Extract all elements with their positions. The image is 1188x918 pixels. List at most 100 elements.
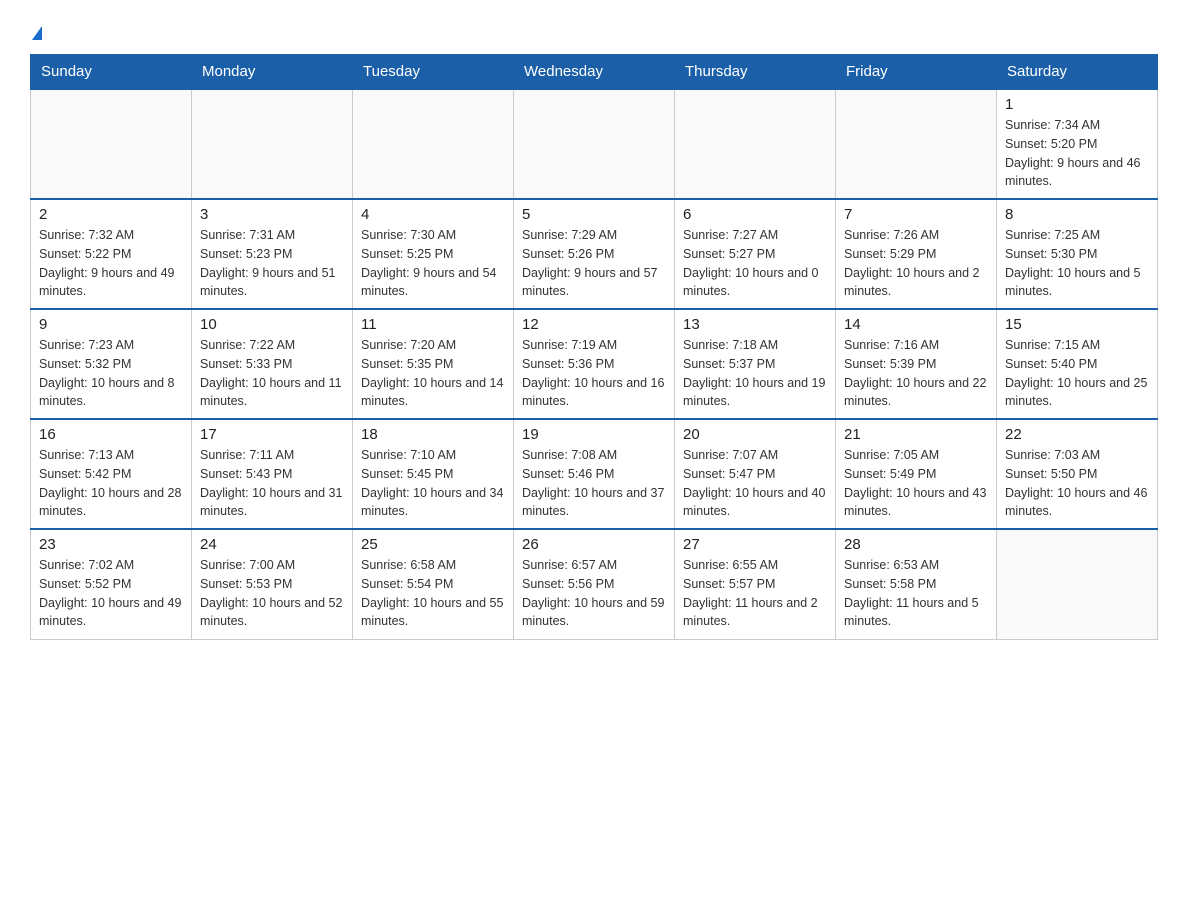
day-number: 13 xyxy=(683,316,827,333)
calendar-day-cell: 22 Sunrise: 7:03 AMSunset: 5:50 PMDayligh… xyxy=(997,419,1158,529)
day-info: Sunrise: 7:20 AMSunset: 5:35 PMDaylight:… xyxy=(361,336,505,411)
day-number: 5 xyxy=(522,206,666,223)
day-info: Sunrise: 7:25 AMSunset: 5:30 PMDaylight:… xyxy=(1005,226,1149,301)
day-number: 23 xyxy=(39,536,183,553)
calendar-day-cell: 1 Sunrise: 7:34 AMSunset: 5:20 PMDaylight… xyxy=(997,89,1158,199)
calendar-week-row: 1 Sunrise: 7:34 AMSunset: 5:20 PMDaylight… xyxy=(31,89,1158,199)
page-header xyxy=(30,20,1158,44)
calendar-day-cell: 21 Sunrise: 7:05 AMSunset: 5:49 PMDayligh… xyxy=(836,419,997,529)
day-info: Sunrise: 7:15 AMSunset: 5:40 PMDaylight:… xyxy=(1005,336,1149,411)
calendar-day-cell: 24 Sunrise: 7:00 AMSunset: 5:53 PMDayligh… xyxy=(192,529,353,639)
calendar-day-cell xyxy=(675,89,836,199)
calendar-day-cell: 14 Sunrise: 7:16 AMSunset: 5:39 PMDayligh… xyxy=(836,309,997,419)
day-info: Sunrise: 7:18 AMSunset: 5:37 PMDaylight:… xyxy=(683,336,827,411)
day-info: Sunrise: 7:30 AMSunset: 5:25 PMDaylight:… xyxy=(361,226,505,301)
calendar-day-cell: 27 Sunrise: 6:55 AMSunset: 5:57 PMDayligh… xyxy=(675,529,836,639)
day-number: 14 xyxy=(844,316,988,333)
calendar-day-cell: 5 Sunrise: 7:29 AMSunset: 5:26 PMDaylight… xyxy=(514,199,675,309)
calendar-day-cell: 28 Sunrise: 6:53 AMSunset: 5:58 PMDayligh… xyxy=(836,529,997,639)
day-info: Sunrise: 7:19 AMSunset: 5:36 PMDaylight:… xyxy=(522,336,666,411)
day-number: 18 xyxy=(361,426,505,443)
day-info: Sunrise: 6:53 AMSunset: 5:58 PMDaylight:… xyxy=(844,556,988,631)
day-info: Sunrise: 7:22 AMSunset: 5:33 PMDaylight:… xyxy=(200,336,344,411)
day-info: Sunrise: 7:08 AMSunset: 5:46 PMDaylight:… xyxy=(522,446,666,521)
calendar-day-cell: 26 Sunrise: 6:57 AMSunset: 5:56 PMDayligh… xyxy=(514,529,675,639)
day-number: 3 xyxy=(200,206,344,223)
weekday-header-friday: Friday xyxy=(836,55,997,90)
day-number: 15 xyxy=(1005,316,1149,333)
calendar-day-cell: 20 Sunrise: 7:07 AMSunset: 5:47 PMDayligh… xyxy=(675,419,836,529)
calendar-day-cell: 17 Sunrise: 7:11 AMSunset: 5:43 PMDayligh… xyxy=(192,419,353,529)
calendar-week-row: 9 Sunrise: 7:23 AMSunset: 5:32 PMDaylight… xyxy=(31,309,1158,419)
calendar-day-cell: 4 Sunrise: 7:30 AMSunset: 5:25 PMDaylight… xyxy=(353,199,514,309)
day-number: 20 xyxy=(683,426,827,443)
logo-triangle-icon xyxy=(32,26,42,40)
day-number: 12 xyxy=(522,316,666,333)
day-info: Sunrise: 7:27 AMSunset: 5:27 PMDaylight:… xyxy=(683,226,827,301)
day-number: 27 xyxy=(683,536,827,553)
day-info: Sunrise: 7:29 AMSunset: 5:26 PMDaylight:… xyxy=(522,226,666,301)
calendar-day-cell xyxy=(192,89,353,199)
day-number: 24 xyxy=(200,536,344,553)
day-number: 17 xyxy=(200,426,344,443)
day-number: 1 xyxy=(1005,96,1149,113)
calendar-table: SundayMondayTuesdayWednesdayThursdayFrid… xyxy=(30,54,1158,640)
day-info: Sunrise: 7:26 AMSunset: 5:29 PMDaylight:… xyxy=(844,226,988,301)
day-info: Sunrise: 6:58 AMSunset: 5:54 PMDaylight:… xyxy=(361,556,505,631)
calendar-day-cell: 15 Sunrise: 7:15 AMSunset: 5:40 PMDayligh… xyxy=(997,309,1158,419)
day-info: Sunrise: 7:02 AMSunset: 5:52 PMDaylight:… xyxy=(39,556,183,631)
logo-top-line xyxy=(30,20,42,44)
calendar-day-cell: 25 Sunrise: 6:58 AMSunset: 5:54 PMDayligh… xyxy=(353,529,514,639)
calendar-day-cell: 18 Sunrise: 7:10 AMSunset: 5:45 PMDayligh… xyxy=(353,419,514,529)
weekday-header-sunday: Sunday xyxy=(31,55,192,90)
calendar-day-cell xyxy=(31,89,192,199)
day-number: 2 xyxy=(39,206,183,223)
day-info: Sunrise: 7:34 AMSunset: 5:20 PMDaylight:… xyxy=(1005,116,1149,191)
day-number: 22 xyxy=(1005,426,1149,443)
day-number: 9 xyxy=(39,316,183,333)
weekday-header-wednesday: Wednesday xyxy=(514,55,675,90)
calendar-day-cell xyxy=(353,89,514,199)
day-number: 8 xyxy=(1005,206,1149,223)
calendar-week-row: 2Sunrise: 7:32 AMSunset: 5:22 PMDaylight… xyxy=(31,199,1158,309)
calendar-day-cell: 16 Sunrise: 7:13 AMSunset: 5:42 PMDayligh… xyxy=(31,419,192,529)
calendar-week-row: 16 Sunrise: 7:13 AMSunset: 5:42 PMDayligh… xyxy=(31,419,1158,529)
calendar-week-row: 23 Sunrise: 7:02 AMSunset: 5:52 PMDayligh… xyxy=(31,529,1158,639)
day-info: Sunrise: 7:31 AMSunset: 5:23 PMDaylight:… xyxy=(200,226,344,301)
day-info: Sunrise: 7:16 AMSunset: 5:39 PMDaylight:… xyxy=(844,336,988,411)
day-info: Sunrise: 7:13 AMSunset: 5:42 PMDaylight:… xyxy=(39,446,183,521)
day-info: Sunrise: 7:05 AMSunset: 5:49 PMDaylight:… xyxy=(844,446,988,521)
day-info: Sunrise: 7:23 AMSunset: 5:32 PMDaylight:… xyxy=(39,336,183,411)
day-number: 4 xyxy=(361,206,505,223)
day-number: 7 xyxy=(844,206,988,223)
day-number: 28 xyxy=(844,536,988,553)
day-number: 10 xyxy=(200,316,344,333)
day-number: 11 xyxy=(361,316,505,333)
day-number: 26 xyxy=(522,536,666,553)
day-info: Sunrise: 7:07 AMSunset: 5:47 PMDaylight:… xyxy=(683,446,827,521)
weekday-header-monday: Monday xyxy=(192,55,353,90)
calendar-day-cell: 2Sunrise: 7:32 AMSunset: 5:22 PMDaylight… xyxy=(31,199,192,309)
day-number: 19 xyxy=(522,426,666,443)
calendar-day-cell: 3 Sunrise: 7:31 AMSunset: 5:23 PMDaylight… xyxy=(192,199,353,309)
day-number: 21 xyxy=(844,426,988,443)
day-number: 25 xyxy=(361,536,505,553)
day-info: Sunrise: 7:10 AMSunset: 5:45 PMDaylight:… xyxy=(361,446,505,521)
day-info: Sunrise: 7:00 AMSunset: 5:53 PMDaylight:… xyxy=(200,556,344,631)
calendar-day-cell: 11 Sunrise: 7:20 AMSunset: 5:35 PMDayligh… xyxy=(353,309,514,419)
calendar-day-cell: 8 Sunrise: 7:25 AMSunset: 5:30 PMDaylight… xyxy=(997,199,1158,309)
weekday-header-saturday: Saturday xyxy=(997,55,1158,90)
calendar-day-cell xyxy=(997,529,1158,639)
day-info: Sunrise: 7:03 AMSunset: 5:50 PMDaylight:… xyxy=(1005,446,1149,521)
day-number: 16 xyxy=(39,426,183,443)
day-info: Sunrise: 7:11 AMSunset: 5:43 PMDaylight:… xyxy=(200,446,344,521)
calendar-day-cell xyxy=(514,89,675,199)
weekday-header-tuesday: Tuesday xyxy=(353,55,514,90)
calendar-day-cell: 9 Sunrise: 7:23 AMSunset: 5:32 PMDaylight… xyxy=(31,309,192,419)
day-info: Sunrise: 6:57 AMSunset: 5:56 PMDaylight:… xyxy=(522,556,666,631)
calendar-day-cell: 12 Sunrise: 7:19 AMSunset: 5:36 PMDayligh… xyxy=(514,309,675,419)
day-info: Sunrise: 6:55 AMSunset: 5:57 PMDaylight:… xyxy=(683,556,827,631)
weekday-header-thursday: Thursday xyxy=(675,55,836,90)
calendar-day-cell: 19 Sunrise: 7:08 AMSunset: 5:46 PMDayligh… xyxy=(514,419,675,529)
calendar-day-cell: 23 Sunrise: 7:02 AMSunset: 5:52 PMDayligh… xyxy=(31,529,192,639)
